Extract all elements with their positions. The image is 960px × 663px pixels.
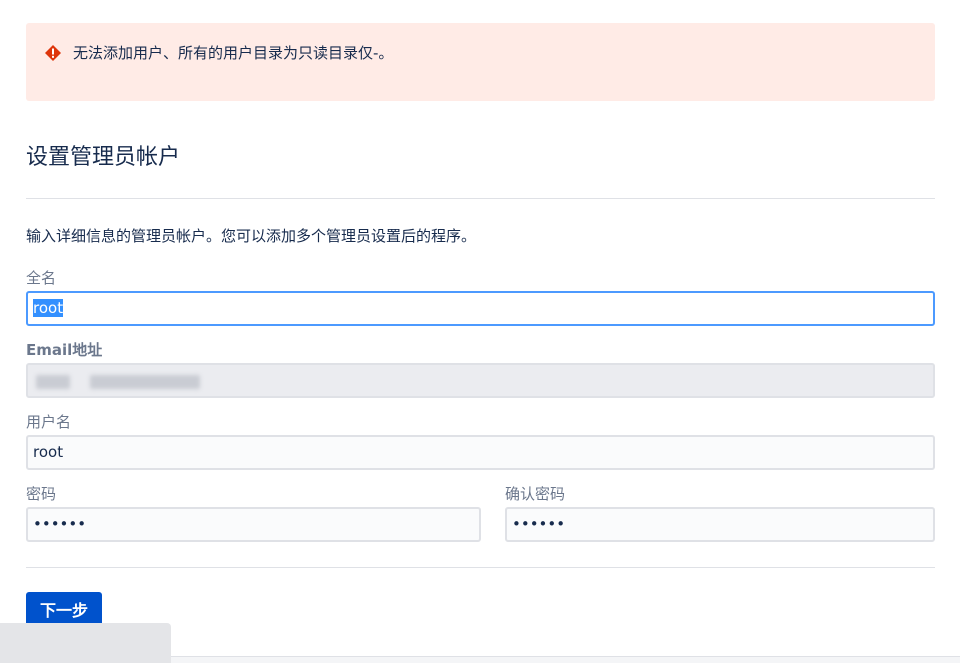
error-icon — [44, 44, 62, 62]
email-label: Email地址 — [26, 341, 103, 359]
password-value: •••••• — [33, 515, 87, 533]
full-name-label: 全名 — [26, 269, 57, 287]
username-value: root — [33, 443, 64, 461]
username-label: 用户名 — [26, 413, 72, 431]
email-input — [26, 363, 935, 398]
username-input[interactable]: root — [26, 435, 935, 470]
redacted-email-part — [36, 375, 70, 389]
bottom-overlay — [0, 623, 171, 663]
alert-message: 无法添加用户、所有的用户目录为只读目录仅-。 — [73, 44, 394, 62]
bottom-edge — [171, 656, 960, 663]
full-name-value: root — [33, 299, 64, 317]
full-name-input[interactable]: root — [26, 291, 935, 326]
confirm-password-input[interactable]: •••••• — [505, 507, 935, 542]
redacted-email-part — [90, 375, 200, 389]
form-divider — [26, 567, 935, 568]
confirm-password-label: 确认密码 — [505, 485, 566, 503]
error-alert: 无法添加用户、所有的用户目录为只读目录仅-。 — [26, 23, 935, 101]
admin-setup-page: 无法添加用户、所有的用户目录为只读目录仅-。 设置管理员帐户 输入详细信息的管理… — [0, 0, 960, 663]
password-input[interactable]: •••••• — [26, 507, 481, 542]
page-title: 设置管理员帐户 — [26, 145, 181, 170]
password-label: 密码 — [26, 485, 57, 503]
confirm-password-value: •••••• — [512, 515, 566, 533]
title-divider — [26, 198, 935, 199]
page-description: 输入详细信息的管理员帐户。您可以添加多个管理员设置后的程序。 — [26, 227, 477, 245]
